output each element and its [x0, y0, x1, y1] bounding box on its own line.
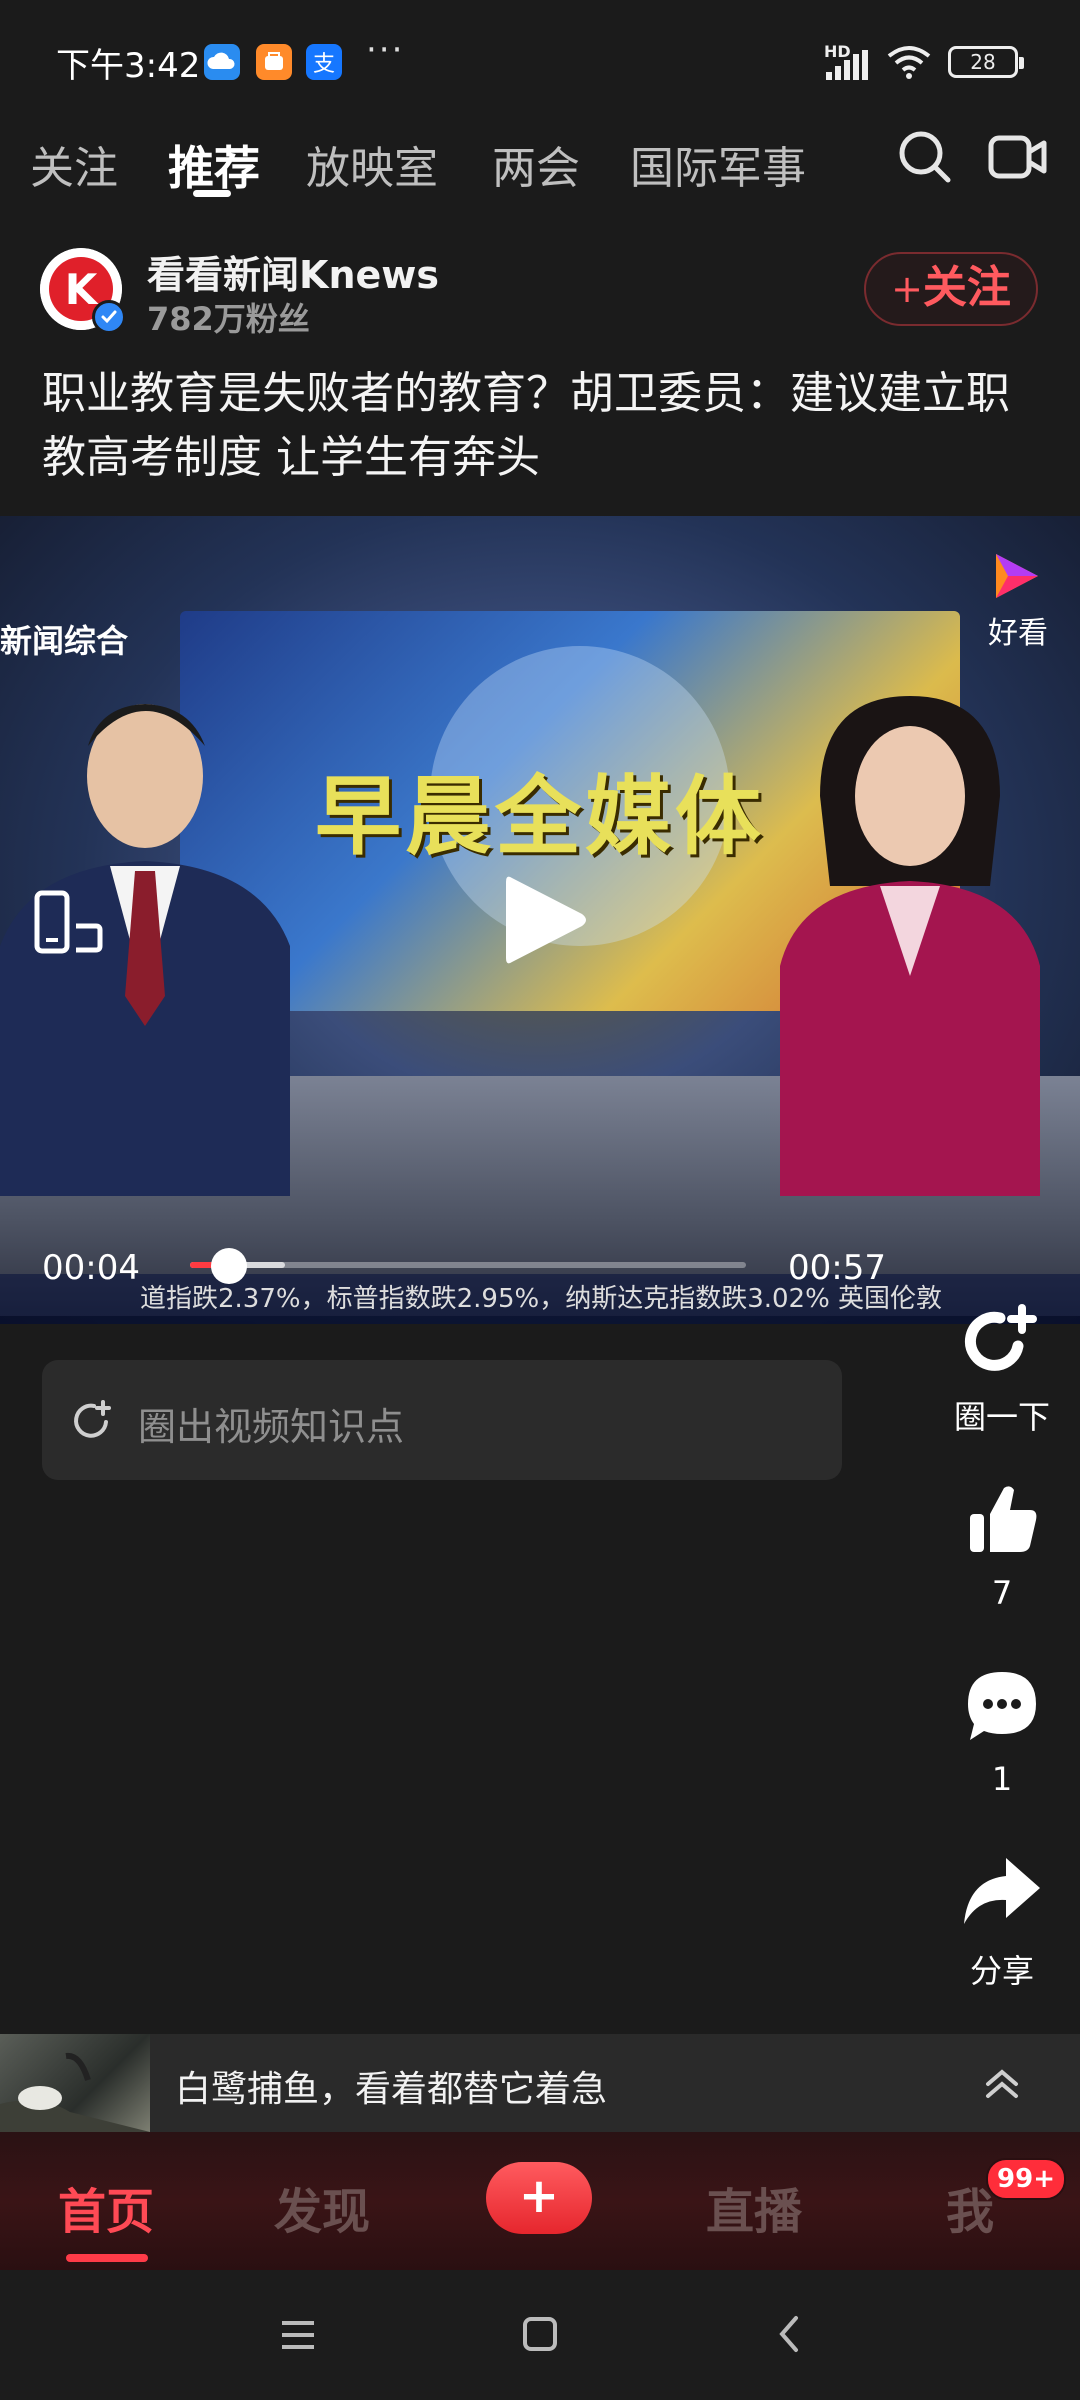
nav-discover[interactable]: 发现 [274, 2172, 370, 2242]
double-chevron-up-icon[interactable] [980, 2062, 1024, 2106]
back-icon[interactable] [774, 2314, 804, 2354]
progress-handle[interactable] [210, 1248, 247, 1284]
circle-action[interactable]: 圈一下 [940, 1300, 1064, 1438]
tab-recommend[interactable]: 推荐 [168, 132, 260, 198]
share-label: 分享 [969, 1952, 1034, 1990]
like-count: 7 [991, 1574, 1013, 1612]
female-anchor [780, 696, 1040, 1196]
svg-text:支: 支 [313, 52, 335, 77]
circle-plus-icon [965, 1304, 1037, 1371]
share-icon [964, 1858, 1040, 1924]
video-player[interactable]: 早晨全媒体 新闻综合 道指跌2.37%，标普指数跌2.95%，纳斯达克指数跌3.… [0, 516, 1080, 1324]
nav-home[interactable]: 首页 [58, 2172, 154, 2242]
comment-button[interactable]: 1 [940, 1666, 1064, 1798]
status-bar: 下午3:42 支 ··· HD 28 [0, 0, 1080, 110]
publish-button[interactable]: + [486, 2162, 592, 2234]
nav-active-indicator [66, 2254, 148, 2262]
next-video-thumbnail [0, 2034, 150, 2132]
plus-icon: + [891, 267, 923, 311]
thumbs-up-icon [970, 1486, 1037, 1552]
menu-icon[interactable] [280, 2318, 316, 2352]
tab-follow[interactable]: 关注 [30, 132, 118, 196]
author-name[interactable]: 看看新闻Knews [147, 244, 439, 299]
play-icon[interactable] [500, 870, 590, 970]
news-ticker: 道指跌2.37%，标普指数跌2.95%，纳斯达克指数跌3.02% 英国伦敦 [0, 1274, 1080, 1324]
haokan-logo-icon [996, 554, 1038, 598]
channel-label: 新闻综合 [0, 622, 129, 660]
bottom-nav: 首页 发现 + 直播 我 99+ [0, 2132, 1080, 2270]
author-fans: 782万粉丝 [147, 300, 310, 338]
next-video-title: 白鹭捕鱼，看着都替它着急 [175, 2069, 608, 2110]
shop-app-icon [256, 44, 292, 80]
share-button[interactable]: 分享 [940, 1852, 1064, 1992]
circle-refresh-icon [74, 1400, 111, 1438]
like-button[interactable]: 7 [940, 1480, 1064, 1612]
nav-live[interactable]: 直播 [706, 2172, 802, 2242]
comment-count: 1 [991, 1760, 1013, 1798]
battery-indicator: 28 [948, 46, 1024, 78]
system-nav-bar [0, 2270, 1080, 2400]
verified-badge-icon [92, 300, 126, 334]
follow-button[interactable]: +关注 [864, 252, 1038, 326]
wifi-icon [887, 46, 931, 79]
circle-label: 圈一下 [953, 1398, 1050, 1436]
video-camera-icon[interactable] [988, 132, 1048, 182]
comment-icon [968, 1672, 1036, 1740]
tab-cinema[interactable]: 放映室 [306, 132, 438, 196]
cloud-app-icon [204, 44, 240, 80]
active-tab-indicator [193, 190, 231, 197]
tab-two-sessions[interactable]: 两会 [492, 132, 580, 196]
knowledge-search-box[interactable]: 圈出视频知识点 [42, 1360, 842, 1480]
rotate-screen-icon[interactable] [34, 890, 104, 956]
current-time: 00:04 [42, 1248, 140, 1288]
duration: 00:57 [788, 1248, 886, 1288]
signal-icon [826, 50, 868, 80]
notification-badge: 99+ [986, 2158, 1066, 2200]
alipay-app-icon: 支 [306, 44, 342, 80]
more-notifications-icon: ··· [366, 30, 405, 70]
status-time: 下午3:42 [56, 46, 201, 86]
next-video-bar[interactable]: 白鹭捕鱼，看着都替它着急 [0, 2034, 1080, 2132]
search-icon[interactable] [896, 128, 954, 186]
tab-military[interactable]: 国际军事 [630, 132, 806, 196]
avatar-letter: K [65, 265, 99, 314]
haokan-label: 好看 [988, 616, 1048, 651]
channel-tabs: 关注 推荐 放映室 两会 国际军事 [0, 120, 1080, 210]
home-icon[interactable] [522, 2316, 558, 2352]
follow-label: 关注 [922, 262, 1011, 313]
knowledge-placeholder: 圈出视频知识点 [138, 1405, 405, 1449]
post-title[interactable]: 职业教育是失败者的教育？胡卫委员：建议建立职教高考制度 让学生有奔头 [42, 362, 1042, 490]
